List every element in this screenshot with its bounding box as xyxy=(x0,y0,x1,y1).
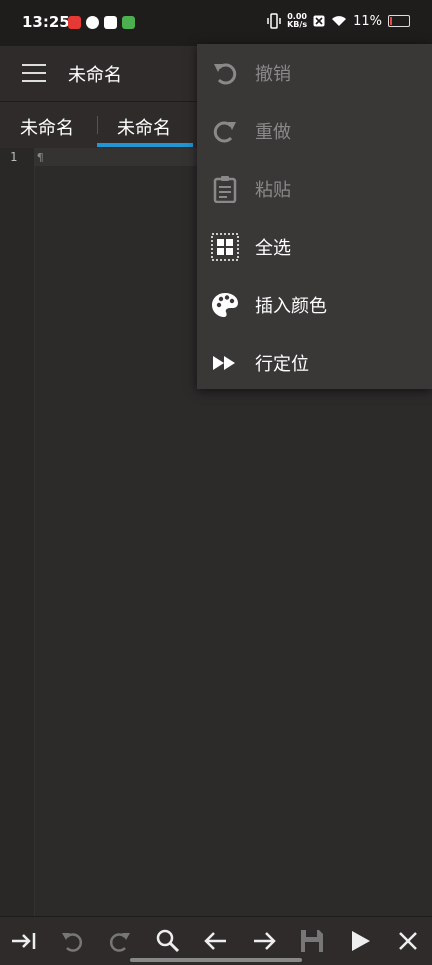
menu-item-select-all[interactable]: 全选 xyxy=(197,218,432,276)
notification-app-icon xyxy=(68,16,81,29)
menu-item-label: 行定位 xyxy=(255,354,309,375)
clipboard-icon xyxy=(213,176,237,203)
wifi-icon xyxy=(332,16,347,26)
status-bar: 13:25 0.00 KB/s 11% xyxy=(0,0,432,46)
menu-item-label: 重做 xyxy=(255,122,291,143)
overflow-menu: 撤销 重做 粘贴 全选 插入颜色 行定位 xyxy=(197,44,432,389)
arrow-right-icon[interactable] xyxy=(250,927,278,955)
status-time: 13:25 xyxy=(22,13,70,31)
battery-percent: 11% xyxy=(353,13,382,29)
menu-item-label: 全选 xyxy=(255,238,291,259)
menu-item-label: 撤销 xyxy=(255,64,291,85)
menu-item-goto-line[interactable]: 行定位 xyxy=(197,334,432,392)
menu-item-insert-color[interactable]: 插入颜色 xyxy=(197,276,432,334)
save-icon[interactable] xyxy=(298,927,326,955)
fast-forward-icon xyxy=(213,356,235,370)
tab-separator xyxy=(97,116,98,134)
hamburger-menu-icon[interactable] xyxy=(22,64,46,82)
line-number-gutter: 1 xyxy=(0,148,35,916)
tab-indent-icon[interactable] xyxy=(10,927,38,955)
palette-icon xyxy=(212,293,238,317)
undo-icon xyxy=(214,63,237,85)
battery-icon xyxy=(388,15,410,27)
notification-mail-icon xyxy=(104,16,117,29)
active-tab-indicator xyxy=(97,143,193,147)
text-cursor: ¶ xyxy=(37,151,44,164)
net-speed: 0.00 KB/s xyxy=(287,12,308,29)
menu-item-redo[interactable]: 重做 xyxy=(197,102,432,160)
redo-icon[interactable] xyxy=(106,927,134,955)
menu-item-label: 插入颜色 xyxy=(255,296,327,317)
notification-app-icon xyxy=(122,16,135,29)
status-right-cluster: 0.00 KB/s 11% xyxy=(267,13,410,29)
select-all-icon xyxy=(211,233,239,261)
menu-item-label: 粘贴 xyxy=(255,180,291,201)
sim-off-icon xyxy=(313,15,325,27)
notification-app-icon xyxy=(86,16,99,29)
app-bar-title: 未命名 xyxy=(68,65,122,86)
vibrate-icon xyxy=(267,13,281,29)
tab-untitled-2[interactable]: 未命名 xyxy=(117,114,171,140)
redo-icon xyxy=(213,121,236,143)
gesture-navigation-bar[interactable] xyxy=(130,958,302,962)
line-number: 1 xyxy=(10,150,18,164)
menu-item-undo[interactable]: 撤销 xyxy=(197,44,432,102)
run-icon[interactable] xyxy=(346,927,374,955)
close-icon[interactable] xyxy=(394,927,422,955)
search-icon[interactable] xyxy=(154,927,182,955)
arrow-left-icon[interactable] xyxy=(202,927,230,955)
undo-icon[interactable] xyxy=(58,927,86,955)
tab-untitled-1[interactable]: 未命名 xyxy=(20,114,74,140)
battery-level xyxy=(390,17,392,25)
menu-item-paste[interactable]: 粘贴 xyxy=(197,160,432,218)
